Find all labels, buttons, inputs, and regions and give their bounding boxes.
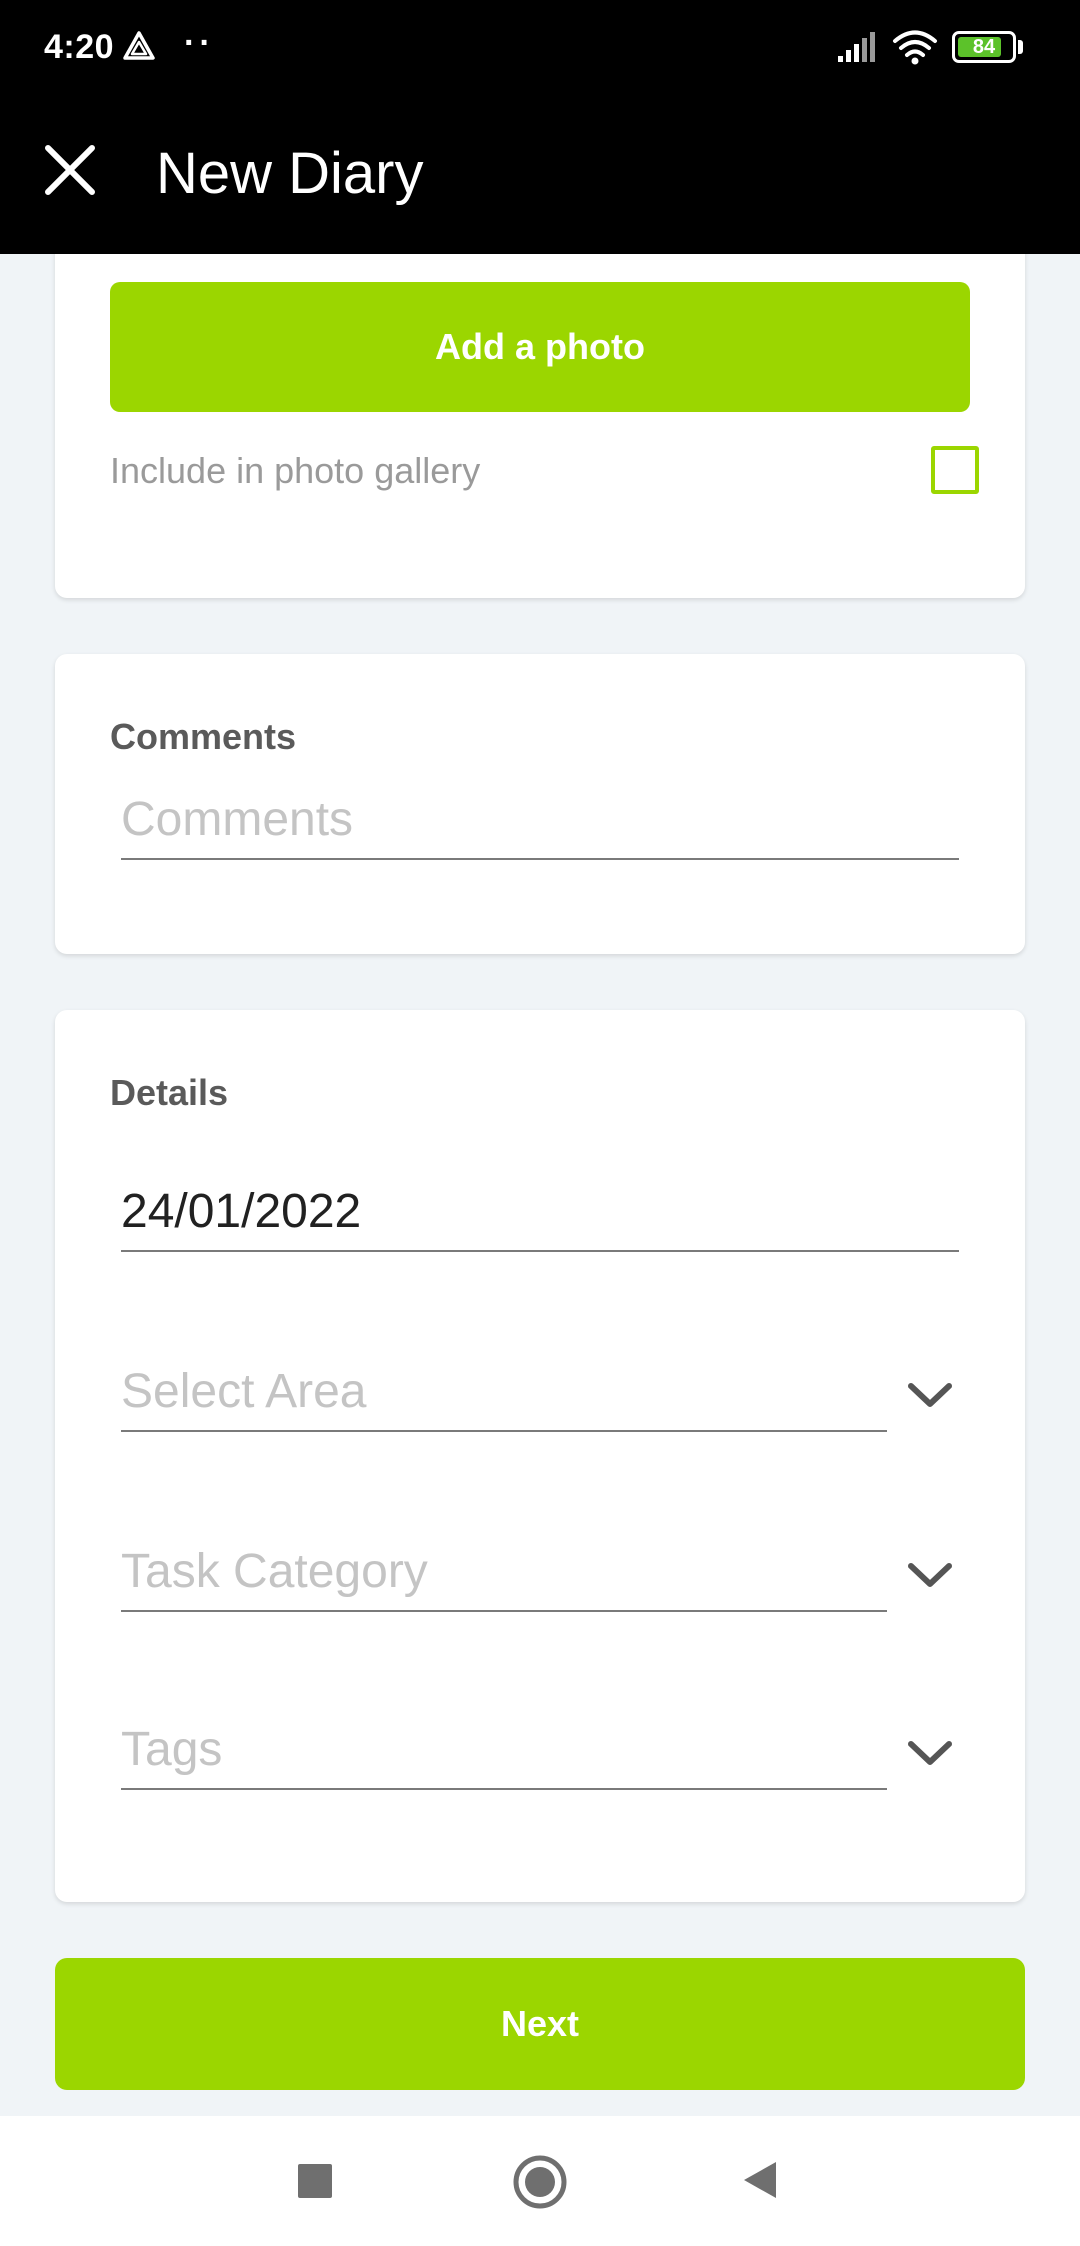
battery-icon: 84 — [952, 31, 1016, 63]
comments-heading: Comments — [110, 716, 297, 757]
battery-tip — [1018, 40, 1023, 54]
page-title: New Diary — [156, 141, 424, 206]
task-category-placeholder: Task Category — [121, 1544, 428, 1598]
status-more-dots: ·· — [184, 24, 215, 62]
wifi-icon — [893, 30, 937, 65]
select-area-field[interactable]: Select Area — [121, 1352, 887, 1432]
task-category-field[interactable]: Task Category — [121, 1532, 887, 1612]
status-time: 4:20 — [44, 28, 115, 66]
tags-field[interactable]: Tags — [121, 1710, 887, 1790]
system-nav-bar — [0, 2116, 1080, 2246]
tags-placeholder: Tags — [121, 1722, 223, 1776]
chevron-down-icon[interactable] — [905, 1558, 955, 1594]
chevron-down-icon[interactable] — [905, 1736, 955, 1772]
comments-input[interactable] — [121, 780, 959, 858]
recents-square-icon[interactable] — [298, 2164, 332, 2198]
include-gallery-label: Include in photo gallery — [110, 450, 481, 491]
top-bar: 4:20 ·· 84 New Diary — [0, 0, 1080, 254]
alert-triangle-icon — [123, 31, 155, 60]
status-bar: 4:20 ·· 84 — [0, 0, 1080, 96]
app-bar: New Diary — [0, 96, 1080, 254]
photo-card: Add a photo Include in photo gallery — [55, 254, 1025, 598]
comments-field — [121, 780, 959, 860]
details-card: Details Select Area Task Category Tags — [55, 1010, 1025, 1902]
close-icon — [45, 145, 95, 195]
select-area-placeholder: Select Area — [121, 1364, 367, 1418]
date-field — [121, 1172, 959, 1252]
chevron-down-icon[interactable] — [905, 1378, 955, 1414]
form-scroll-area[interactable]: Add a photo Include in photo gallery Com… — [0, 254, 1080, 2116]
details-heading: Details — [110, 1072, 229, 1113]
close-button[interactable] — [30, 130, 110, 210]
comments-card: Comments — [55, 654, 1025, 954]
next-button[interactable]: Next — [55, 1958, 1025, 2090]
home-circle-icon[interactable] — [512, 2154, 568, 2210]
add-photo-button[interactable]: Add a photo — [110, 282, 970, 412]
back-triangle-icon[interactable] — [740, 2158, 780, 2202]
include-gallery-checkbox[interactable] — [931, 446, 979, 494]
date-input[interactable] — [121, 1172, 959, 1250]
battery-level-text: 84 — [972, 35, 996, 58]
signal-icon — [838, 32, 875, 62]
